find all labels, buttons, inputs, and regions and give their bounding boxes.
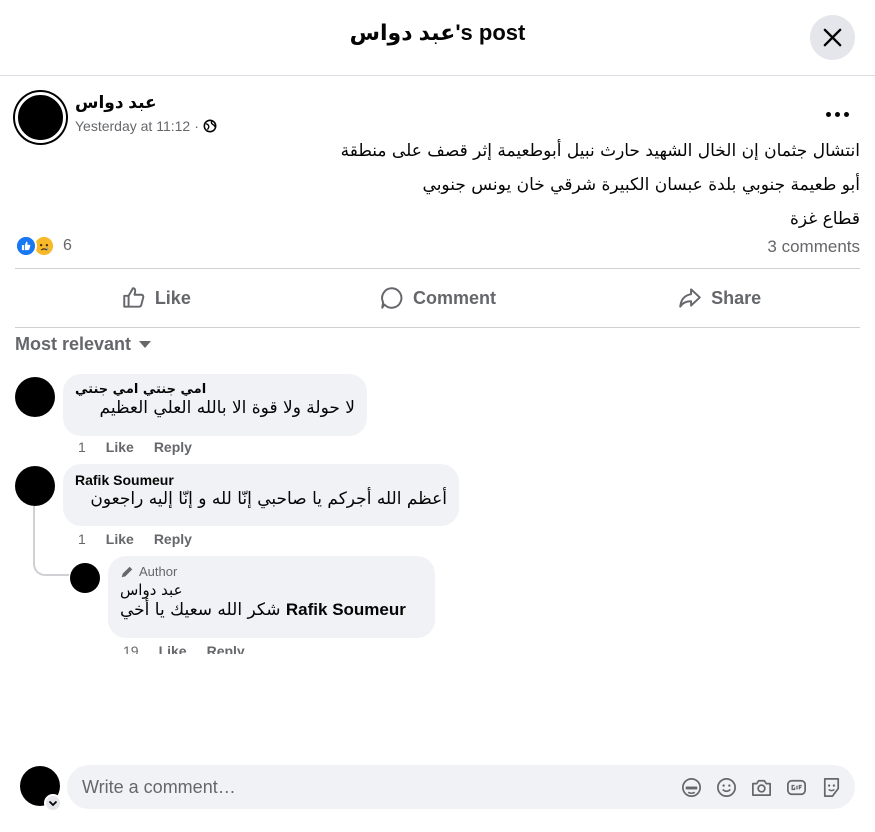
share-icon xyxy=(679,288,701,308)
comment-author[interactable]: Rafik Soumeur xyxy=(75,472,447,488)
dialog-header: عبد دواس's post xyxy=(0,0,875,76)
comment-actions: 1 Like Reply xyxy=(78,531,192,547)
comment-list: امي جنتي امي جنتي لا حولة ولا قوة الا با… xyxy=(0,360,875,654)
share-button[interactable]: Share xyxy=(578,269,860,327)
comment-reply-button[interactable]: Reply xyxy=(154,439,192,455)
reply-text: Rafik Soumeur شكر الله سعيك يا أخي xyxy=(120,599,423,621)
emoji-icon[interactable] xyxy=(715,776,738,799)
comment-like-button[interactable]: Like xyxy=(106,439,134,455)
dialog-title: عبد دواس's post xyxy=(349,20,526,45)
close-button[interactable] xyxy=(810,15,855,60)
sticker-icon[interactable] xyxy=(820,776,843,799)
comment-reaction-count: 1 xyxy=(78,531,86,547)
reply-like-button[interactable]: Like xyxy=(159,643,187,654)
chevron-down-icon xyxy=(48,800,58,807)
post-text-line: انتشال جثمان إن الخال الشهيد حارث نبيل أ… xyxy=(340,141,860,161)
comment-button-label: Comment xyxy=(413,287,497,308)
sort-label: Most relevant xyxy=(15,334,132,354)
post-body: انتشال جثمان إن الخال الشهيد حارث نبيل أ… xyxy=(260,134,860,236)
comment-text: لا حولة ولا قوة الا بالله العلي العظيم xyxy=(99,398,355,418)
like-button[interactable]: Like xyxy=(15,269,297,327)
camera-icon[interactable] xyxy=(750,776,773,799)
post-text-line: قطاع غزة xyxy=(790,209,860,229)
reply-reaction-count: 19 xyxy=(123,643,139,654)
post-text-line: أبو طعيمة جنوبي بلدة عبسان الكبيرة شرقي … xyxy=(422,175,860,195)
caret-down-icon xyxy=(139,341,152,348)
comment-icon xyxy=(381,287,403,309)
reply-bubble: Author عبد دواس Rafik Soumeur شكر الله س… xyxy=(108,556,435,638)
globe-icon xyxy=(203,119,217,133)
pencil-icon xyxy=(121,566,133,577)
like-reaction-icon xyxy=(15,235,37,257)
comment-bubble: Rafik Soumeur أعظم الله أجركم يا صاحبي إ… xyxy=(63,464,459,526)
comment-composer: Write a comment… xyxy=(0,758,875,832)
post-action-bar: Like Comment Share xyxy=(15,268,860,328)
share-button-label: Share xyxy=(711,287,762,308)
like-button-label: Like xyxy=(154,287,191,308)
post-meta: Yesterday at 11:12 · xyxy=(75,118,217,134)
post-author-name[interactable]: عبد دواس xyxy=(75,93,157,113)
reply-mention[interactable]: Rafik Soumeur xyxy=(286,600,406,619)
reply-message: شكر الله سعيك يا أخي xyxy=(120,600,281,620)
composer-tools xyxy=(680,776,855,799)
comment-button[interactable]: Comment xyxy=(297,269,579,327)
reaction-count: 6 xyxy=(63,237,72,254)
post-timestamp[interactable]: Yesterday at 11:12 xyxy=(75,118,190,134)
reply-author[interactable]: عبد دواس xyxy=(120,581,423,599)
gif-icon[interactable] xyxy=(785,776,808,799)
profile-switch-button[interactable] xyxy=(44,794,62,812)
comment-avatar[interactable] xyxy=(15,466,55,506)
reply-reply-button[interactable]: Reply xyxy=(207,643,245,654)
comment-input[interactable]: Write a comment… xyxy=(67,765,855,809)
comment-avatar[interactable] xyxy=(15,377,55,417)
comment-bubble: امي جنتي امي جنتي لا حولة ولا قوة الا با… xyxy=(63,374,367,436)
meta-separator: · xyxy=(194,118,199,134)
author-badge: Author xyxy=(120,564,423,579)
more-options-button[interactable] xyxy=(822,100,854,128)
reply-actions: 19 Like Reply xyxy=(123,643,245,654)
thumbs-up-icon xyxy=(123,287,145,308)
comments-count[interactable]: 3 comments xyxy=(767,237,860,257)
avatar-sticker-icon[interactable] xyxy=(680,776,703,799)
reply-thread-line xyxy=(33,506,69,576)
comment-reply-button[interactable]: Reply xyxy=(154,531,192,547)
comment-like-button[interactable]: Like xyxy=(106,531,134,547)
author-badge-label: Author xyxy=(139,564,178,579)
comment-actions: 1 Like Reply xyxy=(78,439,192,455)
comment-text: أعظم الله أجركم يا صاحبي إنّا لله و إنّا… xyxy=(90,489,447,509)
comment-author[interactable]: امي جنتي امي جنتي xyxy=(75,382,355,397)
post-author-avatar[interactable] xyxy=(15,92,66,143)
comment-sort-dropdown[interactable]: Most relevant xyxy=(15,334,152,355)
comment-reaction-count: 1 xyxy=(78,439,86,455)
close-icon xyxy=(823,28,842,47)
reply-avatar[interactable] xyxy=(70,563,100,593)
comment-input-placeholder: Write a comment… xyxy=(82,776,236,797)
reactions-summary[interactable]: 6 xyxy=(15,235,72,257)
